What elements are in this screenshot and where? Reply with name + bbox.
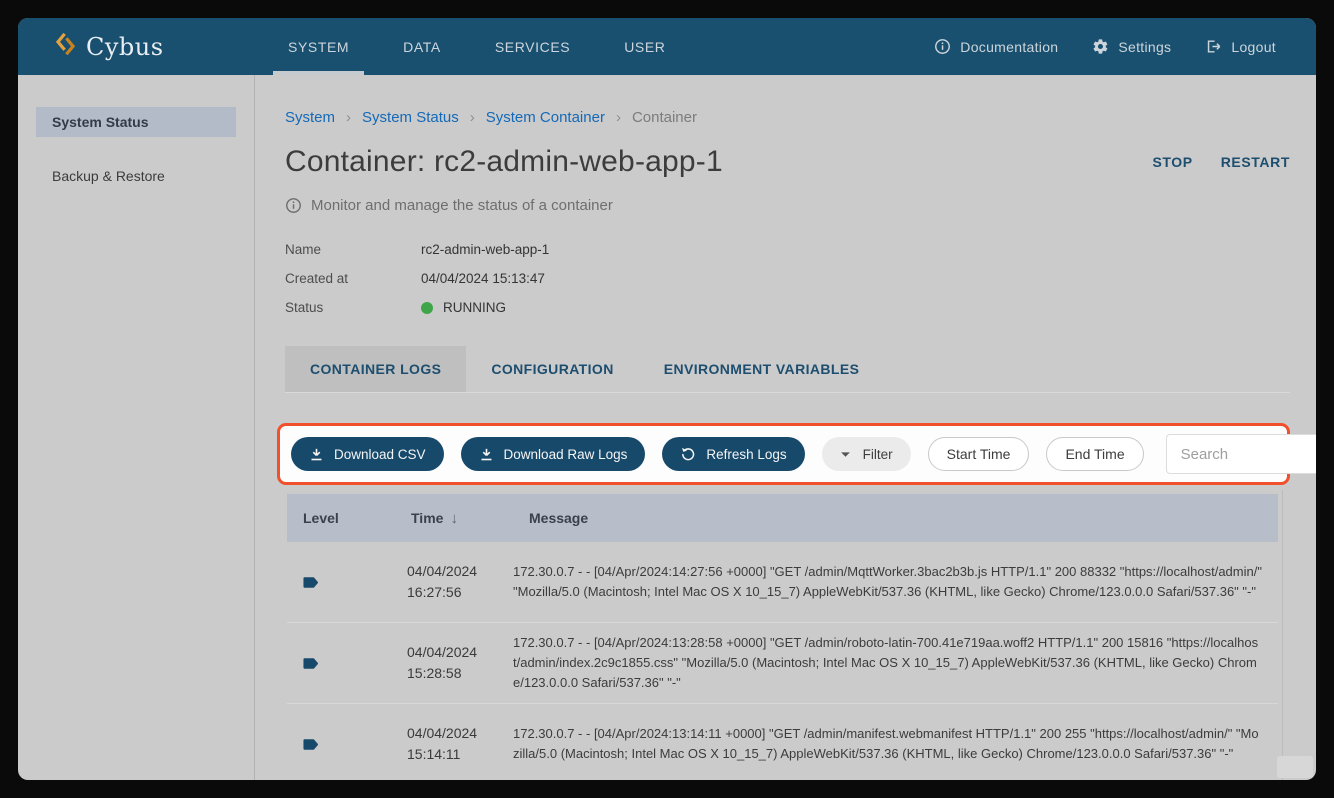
breadcrumb-container: Container [616, 109, 697, 126]
tab-configuration[interactable]: CONFIGURATION [466, 346, 638, 392]
start-time-button[interactable]: Start Time [928, 437, 1030, 471]
logs-table: Level Time ↓ Message 04/04 [287, 494, 1278, 780]
documentation-link[interactable]: Documentation [934, 38, 1058, 55]
download-icon [309, 447, 324, 462]
tab-container-logs[interactable]: CONTAINER LOGS [285, 346, 466, 392]
column-header-time[interactable]: Time ↓ [395, 510, 513, 527]
detail-row: Created at 04/04/2024 15:13:47 [285, 264, 1290, 293]
detail-value: rc2-admin-web-app-1 [421, 242, 549, 257]
log-level-tag-icon [303, 576, 395, 589]
sort-descending-icon[interactable]: ↓ [450, 510, 458, 527]
log-message-cell: 172.30.0.7 - - [04/Apr/2024:13:14:11 +00… [513, 724, 1278, 764]
log-level-tag-icon [303, 738, 395, 751]
nav-tab-system[interactable]: SYSTEM [261, 18, 376, 75]
tab-environment-variables[interactable]: ENVIRONMENT VARIABLES [639, 346, 885, 392]
stop-button[interactable]: STOP [1152, 154, 1192, 170]
download-raw-logs-button[interactable]: Download Raw Logs [461, 437, 646, 471]
top-navbar: Cybus SYSTEMDATASERVICESUSER Documentati… [18, 18, 1316, 75]
detail-label: Status [285, 300, 421, 315]
column-header-message: Message [513, 510, 1278, 526]
refresh-icon [680, 446, 696, 462]
info-icon [934, 38, 951, 55]
log-row: 04/04/2024 16:27:56 172.30.0.7 - - [04/A… [287, 542, 1278, 623]
chevron-down-icon [840, 451, 851, 458]
brand-name: Cybus [86, 33, 164, 61]
log-time-cell: 04/04/2024 15:14:11 [395, 723, 513, 765]
refresh-logs-button[interactable]: Refresh Logs [662, 437, 804, 471]
search-box [1166, 434, 1316, 474]
column-header-level: Level [287, 510, 395, 526]
sidebar-item-backup-restore[interactable]: Backup & Restore [36, 161, 236, 191]
nav-tab-data[interactable]: DATA [376, 18, 468, 75]
filter-dropdown[interactable]: Filter [822, 437, 911, 471]
brand[interactable]: Cybus [18, 31, 261, 63]
logout-link[interactable]: Logout [1205, 38, 1276, 55]
log-message-cell: 172.30.0.7 - - [04/Apr/2024:14:27:56 +00… [513, 562, 1278, 602]
sidebar: System Status Backup & Restore [18, 75, 255, 780]
download-icon [479, 447, 494, 462]
end-time-button[interactable]: End Time [1046, 437, 1143, 471]
content-tabs: CONTAINER LOGSCONFIGURATIONENVIRONMENT V… [285, 346, 1290, 393]
detail-row: Status RUNNING [285, 293, 1290, 322]
detail-label: Name [285, 242, 421, 257]
info-icon [285, 197, 302, 214]
app-window: Cybus SYSTEMDATASERVICESUSER Documentati… [18, 18, 1316, 780]
log-message-cell: 172.30.0.7 - - [04/Apr/2024:13:28:58 +00… [513, 633, 1278, 693]
nav-tabs: SYSTEMDATASERVICESUSER [261, 18, 693, 75]
log-time-cell: 04/04/2024 16:27:56 [395, 561, 513, 603]
breadcrumb-system-status[interactable]: System Status [346, 109, 459, 126]
breadcrumb-system[interactable]: System [285, 109, 335, 126]
detail-row: Name rc2-admin-web-app-1 [285, 235, 1290, 264]
breadcrumb: System System Status System Container Conta… [285, 109, 1290, 126]
log-row: 04/04/2024 15:14:11 172.30.0.7 - - [04/A… [287, 704, 1278, 780]
log-time-cell: 04/04/2024 15:28:58 [395, 642, 513, 684]
cybus-logo-icon [54, 31, 77, 63]
log-level-cell [287, 738, 395, 751]
table-header: Level Time ↓ Message [287, 494, 1278, 542]
page-subtitle: Monitor and manage the status of a conta… [311, 197, 613, 214]
log-row: 04/04/2024 15:28:58 172.30.0.7 - - [04/A… [287, 623, 1278, 704]
detail-label: Created at [285, 271, 421, 286]
detail-value: 04/04/2024 15:13:47 [421, 271, 545, 286]
status-dot [421, 302, 433, 314]
download-csv-button[interactable]: Download CSV [291, 437, 444, 471]
detail-value: RUNNING [421, 300, 506, 315]
logout-icon [1205, 38, 1222, 55]
settings-link[interactable]: Settings [1092, 38, 1171, 55]
breadcrumb-system-container[interactable]: System Container [470, 109, 605, 126]
nav-actions: Documentation Settings Logout [934, 38, 1316, 55]
container-details: Name rc2-admin-web-app-1 Created at 04/0… [285, 235, 1290, 322]
search-input[interactable] [1181, 446, 1316, 463]
page-title: Container: rc2-admin-web-app-1 [285, 145, 723, 179]
gear-icon [1092, 38, 1109, 55]
log-level-tag-icon [303, 657, 395, 670]
log-level-cell [287, 657, 395, 670]
restart-button[interactable]: RESTART [1221, 154, 1290, 170]
log-level-cell [287, 576, 395, 589]
scrollbar-thumb[interactable] [1277, 756, 1313, 778]
logs-toolbar: Download CSV Download Raw Logs Refresh L… [277, 423, 1290, 485]
nav-tab-user[interactable]: USER [597, 18, 692, 75]
nav-tab-services[interactable]: SERVICES [468, 18, 597, 75]
main-content: System System Status System Container Conta… [255, 75, 1316, 780]
scrollbar-track-divider [1282, 490, 1283, 780]
sidebar-item-system-status[interactable]: System Status [36, 107, 236, 137]
